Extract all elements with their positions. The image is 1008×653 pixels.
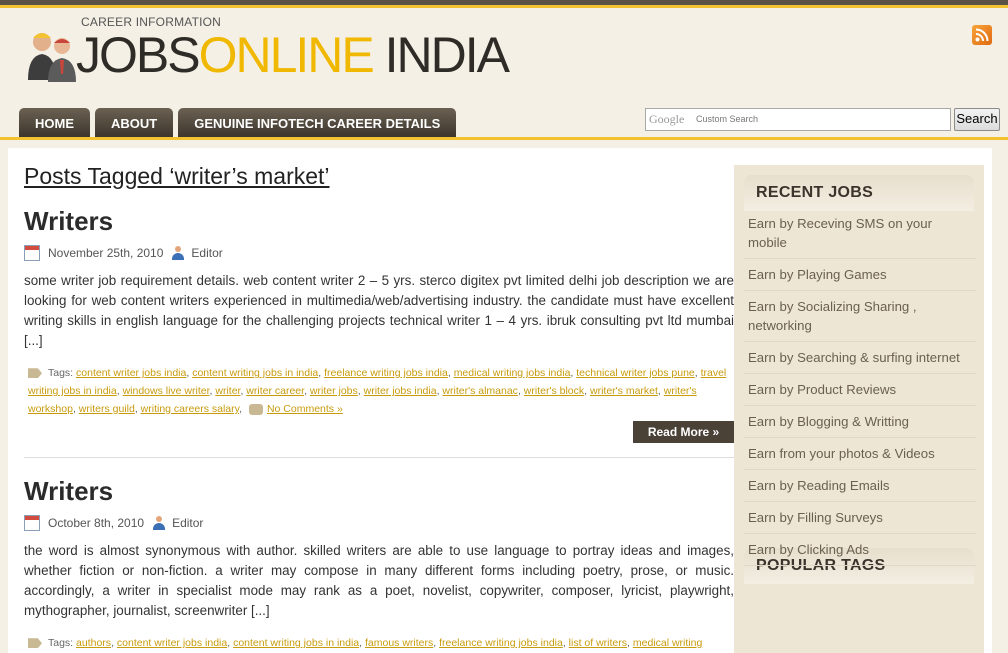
search-input[interactable]: Google Custom Search — [645, 108, 951, 131]
comments-link[interactable]: No Comments » — [267, 403, 343, 415]
tag-link[interactable]: technical writer jobs pune — [576, 367, 694, 379]
post-author: Editor — [172, 516, 204, 530]
post-excerpt: some writer job requirement details. web… — [24, 273, 734, 348]
post-title[interactable]: Writers — [24, 206, 113, 237]
calendar-icon — [24, 245, 40, 261]
tag-icon — [28, 638, 42, 649]
post-meta: October 8th, 2010 Editor — [24, 515, 203, 531]
tag-link[interactable]: writer's block — [524, 385, 584, 397]
recent-job-link[interactable]: Earn by Playing Games — [744, 263, 976, 291]
logo-jobs: JOBS — [76, 27, 201, 83]
nav-underline — [0, 137, 1008, 140]
tag-list: authors, content writer jobs india, cont… — [76, 637, 703, 649]
calendar-icon — [24, 515, 40, 531]
tag-link[interactable]: writing careers salary — [141, 403, 239, 415]
tag-link[interactable]: windows live writer — [123, 385, 210, 397]
logo-india: INDIA — [372, 27, 510, 83]
post-excerpt: the word is almost synonymous with autho… — [24, 543, 734, 618]
people-icon — [28, 33, 76, 82]
tag-link[interactable]: medical writing jobs india — [454, 367, 571, 379]
user-icon — [152, 516, 166, 530]
tag-link[interactable]: authors — [76, 637, 111, 649]
post-date: November 25th, 2010 — [48, 246, 164, 260]
recent-job-link[interactable]: Earn by Product Reviews — [744, 378, 976, 406]
main-navigation: HOME ABOUT GENUINE INFOTECH CAREER DETAI… — [19, 108, 457, 137]
recent-job-link[interactable]: Earn by Receving SMS on your mobile — [744, 212, 976, 259]
page-title: Posts Tagged ‘writer’s market’ — [24, 163, 330, 189]
recent-job-link[interactable]: Earn by Reading Emails — [744, 474, 976, 502]
search-button[interactable]: Search — [954, 108, 1000, 131]
recent-job-link[interactable]: Earn from your photos & Videos — [744, 442, 976, 470]
post-tags: Tags: content writer jobs india, content… — [28, 364, 734, 418]
post-author: Editor — [191, 246, 223, 260]
tag-link[interactable]: writer's almanac — [442, 385, 518, 397]
tag-link[interactable]: list of writers — [569, 637, 627, 649]
recent-job-link[interactable]: Earn by Searching & surfing internet — [744, 346, 976, 374]
tag-link[interactable]: content writing jobs in india — [233, 637, 359, 649]
comment-icon — [248, 403, 263, 415]
user-icon — [171, 246, 185, 260]
tags-label: Tags: — [48, 637, 74, 649]
read-more-button[interactable]: Read More » — [633, 421, 734, 443]
tag-link[interactable]: famous writers — [365, 637, 433, 649]
nav-home[interactable]: HOME — [19, 108, 90, 137]
logo-online: ONLINE — [198, 27, 375, 83]
google-logo: Google — [649, 112, 685, 126]
post-tags: Tags: authors, content writer jobs india… — [28, 634, 734, 652]
nav-genuine-infotech[interactable]: GENUINE INFOTECH CAREER DETAILS — [178, 108, 457, 137]
tag-link[interactable]: writer jobs — [310, 385, 358, 397]
tags-label: Tags: — [48, 367, 74, 379]
site-logo[interactable]: JOBSONLINE INDIA — [76, 27, 510, 83]
recent-jobs-title: RECENT JOBS — [756, 184, 874, 201]
post-meta: November 25th, 2010 Editor — [24, 245, 223, 261]
post-divider — [24, 457, 734, 458]
tag-list: content writer jobs india, content writi… — [28, 367, 727, 415]
rss-icon[interactable] — [972, 25, 992, 45]
recent-job-link[interactable]: Earn by Blogging & Writting — [744, 410, 976, 438]
post-date: October 8th, 2010 — [48, 516, 145, 530]
post-title[interactable]: Writers — [24, 476, 113, 507]
tag-link[interactable]: content writer jobs india — [117, 637, 227, 649]
recent-job-link[interactable]: Earn by Filling Surveys — [744, 506, 976, 534]
nav-about[interactable]: ABOUT — [95, 108, 174, 137]
recent-job-link[interactable]: Earn by Clicking Ads — [744, 538, 976, 566]
recent-jobs-list: Earn by Receving SMS on your mobile Earn … — [744, 212, 976, 570]
tag-icon — [28, 368, 42, 379]
recent-jobs-header: RECENT JOBS — [744, 175, 974, 211]
tag-link[interactable]: content writer jobs india — [76, 367, 186, 379]
tag-link[interactable]: freelance writing jobs india — [439, 637, 563, 649]
search-placeholder: Custom Search — [696, 114, 759, 124]
tag-link[interactable]: medical writing — [633, 637, 702, 649]
recent-job-link[interactable]: Earn by Socializing Sharing , networking — [744, 295, 976, 342]
tag-link[interactable]: writers guild — [79, 403, 135, 415]
tag-link[interactable]: writer's market — [590, 385, 658, 397]
tag-link[interactable]: writer — [215, 385, 240, 397]
tag-link[interactable]: content writing jobs in india — [192, 367, 318, 379]
tag-link[interactable]: writer jobs india — [364, 385, 437, 397]
tag-link[interactable]: writer career — [246, 385, 304, 397]
tag-link[interactable]: freelance writing jobs india — [324, 367, 448, 379]
